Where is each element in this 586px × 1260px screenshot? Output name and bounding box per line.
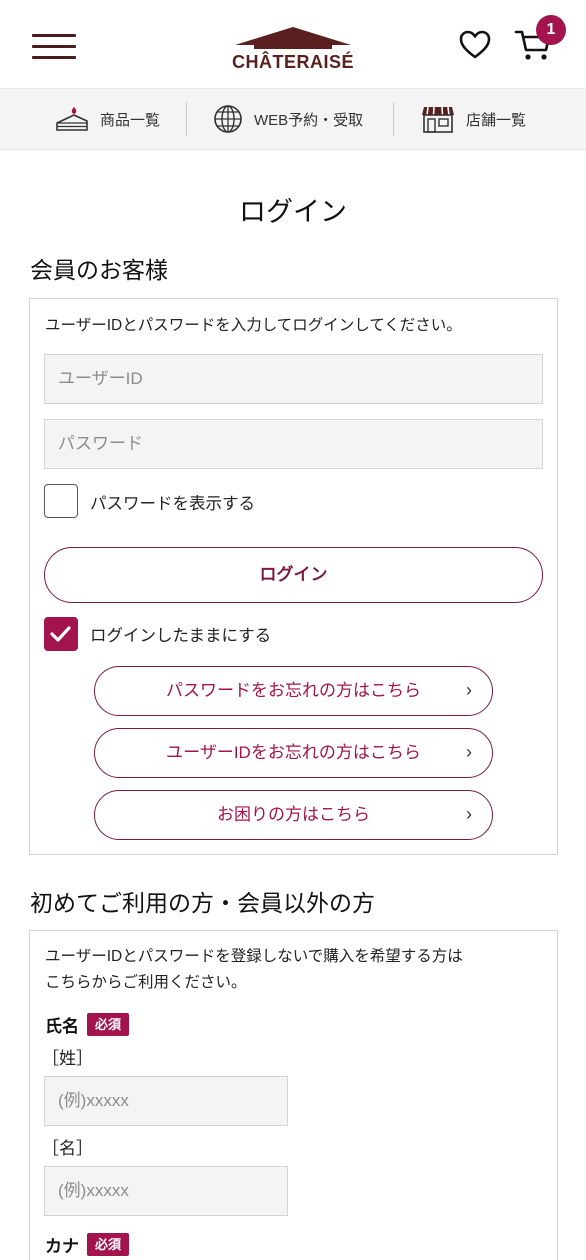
forgot-password-link[interactable]: パスワードをお忘れの方はこちら ›	[94, 666, 493, 716]
nav-item-products[interactable]: 商品一覧	[54, 89, 160, 149]
nav-item-stores[interactable]: 店舗一覧	[420, 89, 526, 149]
nav-label-products: 商品一覧	[100, 111, 161, 129]
keep-login-checkbox[interactable]	[44, 617, 78, 651]
guest-section-title: 初めてご利用の方・会員以外の方	[30, 891, 375, 917]
first-name-label: ［名］	[42, 1139, 93, 1158]
globe-icon	[214, 105, 242, 133]
show-password-label: パスワードを表示する	[90, 495, 255, 513]
header: CHÂTERAISÉ 1	[0, 0, 586, 88]
cart-count-badge: 1	[536, 15, 566, 45]
logo[interactable]: CHÂTERAISÉ	[232, 26, 354, 74]
guest-form: ユーザーIDとパスワードを登録しないで購入を希望する方は こちらからご利用くださ…	[29, 930, 558, 1260]
last-name-input[interactable]	[58, 1091, 287, 1111]
login-button[interactable]: ログイン	[44, 547, 543, 603]
store-icon	[422, 106, 454, 133]
name-field-label: 氏名 必須	[45, 1012, 130, 1037]
forgot-userid-label: ユーザーIDをお忘れの方はこちら	[166, 743, 421, 762]
help-link[interactable]: お困りの方はこちら ›	[94, 790, 493, 840]
menu-icon[interactable]	[32, 34, 76, 60]
heart-icon[interactable]	[459, 30, 491, 60]
category-nav: 商品一覧 WEB予約・受取 店舗一覧	[0, 88, 586, 150]
nav-label-stores: 店舗一覧	[466, 111, 527, 129]
password-input[interactable]	[58, 434, 542, 454]
password-field[interactable]	[44, 419, 543, 469]
nav-divider	[186, 102, 187, 136]
kana-field-label: カナ 必須	[45, 1232, 130, 1257]
userid-field[interactable]	[44, 354, 543, 404]
nav-item-web-reservation[interactable]: WEB予約・受取	[212, 89, 363, 149]
required-badge: 必須	[87, 1013, 130, 1036]
chevron-right-icon: ›	[466, 742, 472, 762]
last-name-field[interactable]	[44, 1076, 288, 1126]
guest-instruction-line2: こちらからご利用ください。	[45, 974, 247, 991]
forgot-password-label: パスワードをお忘れの方はこちら	[166, 681, 421, 700]
page-title: ログイン	[239, 197, 347, 228]
chevron-right-icon: ›	[466, 804, 472, 824]
last-name-label: ［姓］	[42, 1049, 93, 1068]
keep-login-label: ログインしたままにする	[90, 627, 272, 645]
nav-label-web-reservation: WEB予約・受取	[254, 111, 364, 129]
logo-roof-icon	[235, 27, 351, 49]
first-name-input[interactable]	[58, 1181, 287, 1201]
required-badge: 必須	[87, 1233, 130, 1256]
cake-icon	[56, 107, 88, 131]
show-password-checkbox[interactable]	[44, 484, 78, 518]
guest-instruction-line1: ユーザーIDとパスワードを登録しないで購入を希望する方は	[45, 948, 463, 965]
userid-input[interactable]	[58, 369, 542, 389]
first-name-field[interactable]	[44, 1166, 288, 1216]
checkmark-icon	[50, 626, 71, 642]
member-section-title: 会員のお客様	[30, 258, 168, 284]
kana-label: カナ	[45, 1237, 79, 1256]
help-label: お困りの方はこちら	[217, 805, 370, 824]
forgot-userid-link[interactable]: ユーザーIDをお忘れの方はこちら ›	[94, 728, 493, 778]
login-form: ユーザーIDとパスワードを入力してログインしてください。 パスワードを表示する …	[29, 298, 558, 855]
nav-divider	[393, 102, 394, 136]
name-label: 氏名	[45, 1017, 79, 1036]
chevron-right-icon: ›	[466, 680, 472, 700]
logo-text: CHÂTERAISÉ	[232, 52, 355, 72]
login-instruction: ユーザーIDとパスワードを入力してログインしてください。	[45, 317, 462, 334]
